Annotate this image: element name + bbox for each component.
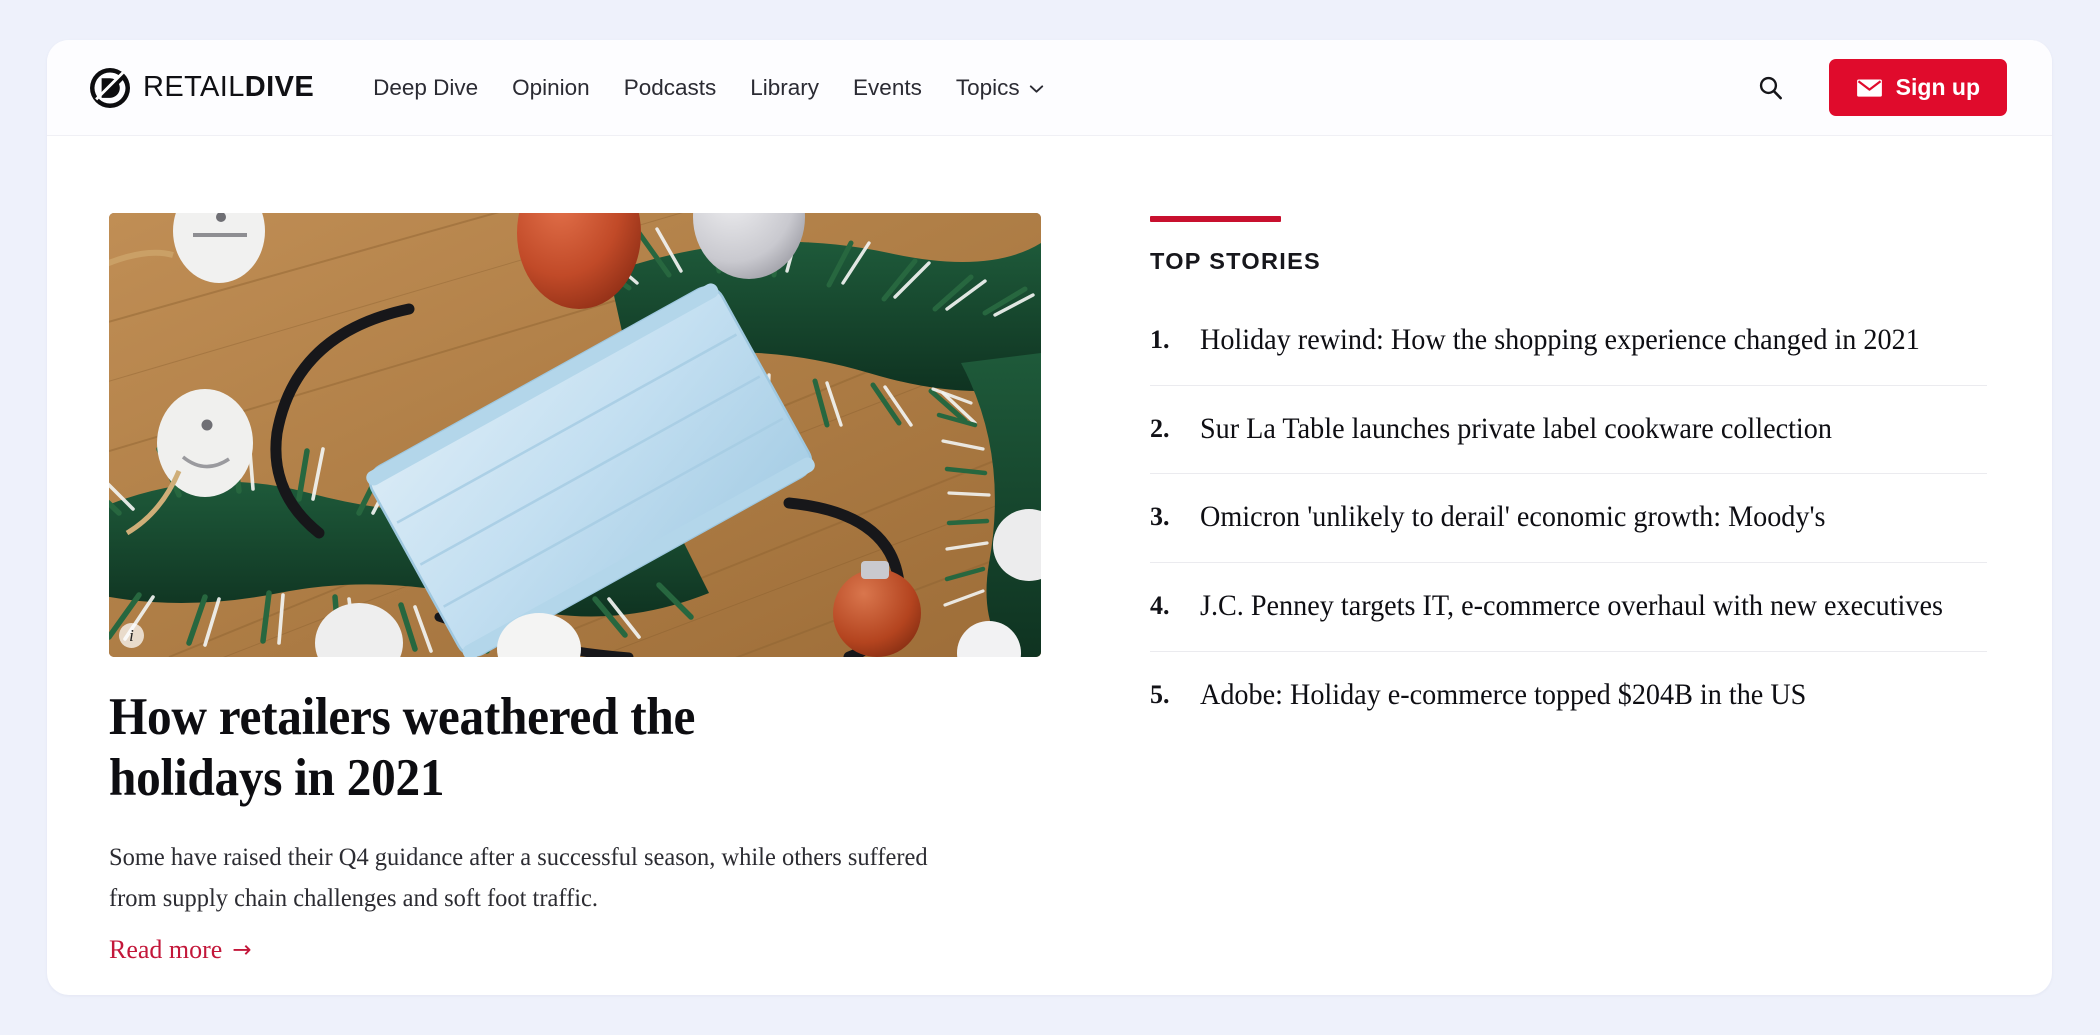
envelope-icon bbox=[1856, 79, 1882, 97]
nav-item-deep-dive[interactable]: Deep Dive bbox=[356, 67, 495, 109]
retail-dive-logo-icon bbox=[90, 67, 130, 108]
site-logo-text: RETAILDIVE bbox=[143, 71, 314, 104]
nav-item-opinion[interactable]: Opinion bbox=[495, 67, 607, 109]
story-rank: 1. bbox=[1150, 325, 1170, 354]
nav-item-library[interactable]: Library bbox=[733, 67, 836, 109]
nav-label: Deep Dive bbox=[373, 74, 479, 100]
nav-label: Library bbox=[750, 74, 820, 100]
main-content: i How retailers weathered the holidays i… bbox=[47, 136, 2052, 965]
section-accent-rule bbox=[1150, 216, 1281, 222]
brand-name-light: RETAIL bbox=[143, 71, 245, 103]
sign-up-button[interactable]: Sign up bbox=[1828, 59, 2007, 116]
story-link[interactable]: Holiday rewind: How the shopping experie… bbox=[1200, 320, 1920, 361]
search-icon bbox=[1760, 76, 1783, 100]
story-link[interactable]: Omicron 'unlikely to derail' economic gr… bbox=[1200, 497, 1826, 538]
main-navigation: Deep Dive Opinion Podcasts Library Event… bbox=[356, 67, 1061, 109]
top-stories-list: 1. Holiday rewind: How the shopping expe… bbox=[1150, 297, 1987, 740]
featured-image: i bbox=[109, 213, 1041, 657]
featured-article-dek: Some have raised their Q4 guidance after… bbox=[109, 841, 928, 913]
nav-label: Podcasts bbox=[623, 74, 717, 100]
chevron-down-icon bbox=[1029, 85, 1043, 93]
read-more-label: Read more bbox=[109, 934, 223, 964]
list-item: 2. Sur La Table launches private label c… bbox=[1150, 386, 1987, 475]
list-item: 3. Omicron 'unlikely to derail' economic… bbox=[1150, 474, 1987, 564]
story-link[interactable]: Sur La Table launches private label cook… bbox=[1200, 409, 1832, 450]
nav-label: Topics bbox=[955, 74, 1020, 100]
nav-label: Opinion bbox=[512, 74, 590, 100]
search-button[interactable] bbox=[1743, 60, 1799, 116]
story-rank: 4. bbox=[1150, 591, 1170, 621]
story-rank: 2. bbox=[1150, 413, 1170, 443]
featured-article-title[interactable]: How retailers weathered the holidays in … bbox=[109, 687, 816, 810]
site-header: RETAILDIVE Deep Dive Opinion Podcasts Li… bbox=[47, 40, 2052, 136]
nav-item-podcasts[interactable]: Podcasts bbox=[607, 67, 734, 109]
header-actions: Sign up bbox=[1743, 59, 2052, 116]
arrow-right-icon: → bbox=[232, 937, 252, 964]
nav-item-topics[interactable]: Topics bbox=[939, 67, 1061, 109]
story-link[interactable]: Adobe: Holiday e-commerce topped $204B i… bbox=[1200, 675, 1806, 716]
top-stories-heading: TOP STORIES bbox=[1150, 248, 1322, 274]
list-item: 1. Holiday rewind: How the shopping expe… bbox=[1150, 297, 1987, 386]
info-icon[interactable]: i bbox=[119, 623, 144, 648]
nav-item-events[interactable]: Events bbox=[836, 67, 939, 109]
story-link[interactable]: J.C. Penney targets IT, e-commerce overh… bbox=[1200, 586, 1943, 627]
featured-article: i How retailers weathered the holidays i… bbox=[47, 213, 1092, 965]
read-more-link[interactable]: Read more → bbox=[109, 935, 252, 965]
list-item: 4. J.C. Penney targets IT, e-commerce ov… bbox=[1150, 563, 1987, 652]
list-item: 5. Adobe: Holiday e-commerce topped $204… bbox=[1150, 652, 1987, 740]
nav-label: Events bbox=[853, 74, 922, 100]
site-logo-link[interactable]: RETAILDIVE bbox=[90, 67, 314, 108]
featured-image-link[interactable]: i bbox=[109, 213, 1092, 657]
page-card: RETAILDIVE Deep Dive Opinion Podcasts Li… bbox=[47, 40, 2052, 995]
story-rank: 5. bbox=[1150, 679, 1170, 709]
top-stories-panel: TOP STORIES 1. Holiday rewind: How the s… bbox=[1092, 213, 2052, 965]
story-rank: 3. bbox=[1150, 502, 1170, 532]
brand-name-bold: DIVE bbox=[244, 71, 315, 103]
sign-up-label: Sign up bbox=[1895, 74, 1980, 100]
featured-image-graphic bbox=[109, 213, 1041, 657]
